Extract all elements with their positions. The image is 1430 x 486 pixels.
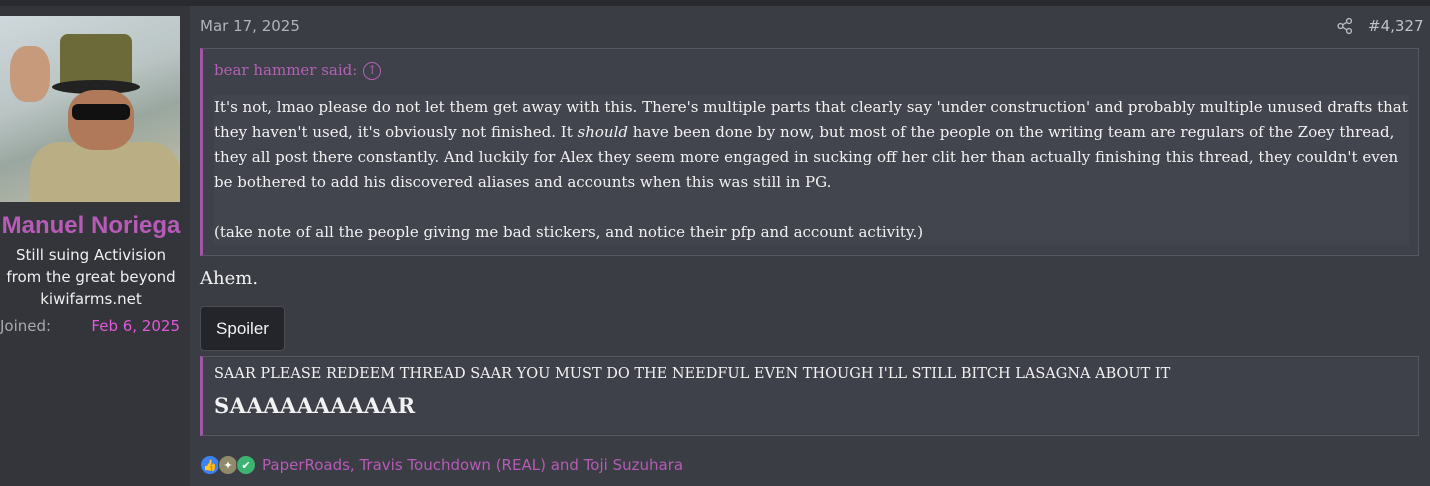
top-bar bbox=[0, 0, 1430, 6]
spoiler-button[interactable]: Spoiler bbox=[200, 306, 285, 351]
spoiler-text: SAAR PLEASE REDEEM THREAD SAAR YOU MUST … bbox=[214, 366, 1171, 382]
avatar[interactable] bbox=[0, 16, 180, 202]
post-date[interactable]: Mar 17, 2025 bbox=[200, 17, 300, 35]
user-sidebar: Manuel Noriega Still suing Activision fr… bbox=[0, 6, 190, 486]
user-title: Still suing Activision from the great be… bbox=[6, 246, 176, 286]
check-icon[interactable]: ✔ bbox=[236, 455, 256, 475]
post-number[interactable]: #4,327 bbox=[1368, 17, 1424, 35]
quote-emphasis: should bbox=[577, 123, 628, 141]
quote-text: It's not, lmao please do not let them ge… bbox=[214, 95, 1409, 245]
quote-paragraph: It's not, lmao please do not let them ge… bbox=[214, 98, 1408, 191]
username[interactable]: Manuel Noriega bbox=[0, 212, 182, 240]
post-body-text: Ahem. bbox=[200, 268, 259, 289]
arrow-up-icon[interactable]: ↑ bbox=[363, 62, 382, 80]
reactions-bar[interactable]: 👍 ✦ ✔ PaperRoads, Travis Touchdown (REAL… bbox=[200, 455, 683, 475]
joined-label: Joined: bbox=[0, 317, 52, 335]
spoiler-big-text: SAAAAAAAAAAR bbox=[214, 393, 416, 418]
quote-block: bear hammer said: ↑ It's not, lmao please… bbox=[200, 48, 1419, 256]
user-site: kiwifarms.net bbox=[40, 290, 142, 308]
share-icon[interactable] bbox=[1336, 17, 1354, 35]
quote-author[interactable]: bear hammer said: ↑ bbox=[214, 61, 382, 80]
reactions-list[interactable]: PaperRoads, Travis Touchdown (REAL) and … bbox=[262, 456, 683, 474]
sticker-icon[interactable]: ✦ bbox=[218, 455, 238, 475]
spoiler-content: SAAR PLEASE REDEEM THREAD SAAR YOU MUST … bbox=[200, 356, 1419, 436]
like-icon[interactable]: 👍 bbox=[200, 455, 220, 475]
joined-date: Feb 6, 2025 bbox=[91, 317, 180, 335]
quote-paragraph: (take note of all the people giving me b… bbox=[214, 223, 924, 241]
quote-author-label[interactable]: bear hammer said: bbox=[214, 61, 357, 79]
